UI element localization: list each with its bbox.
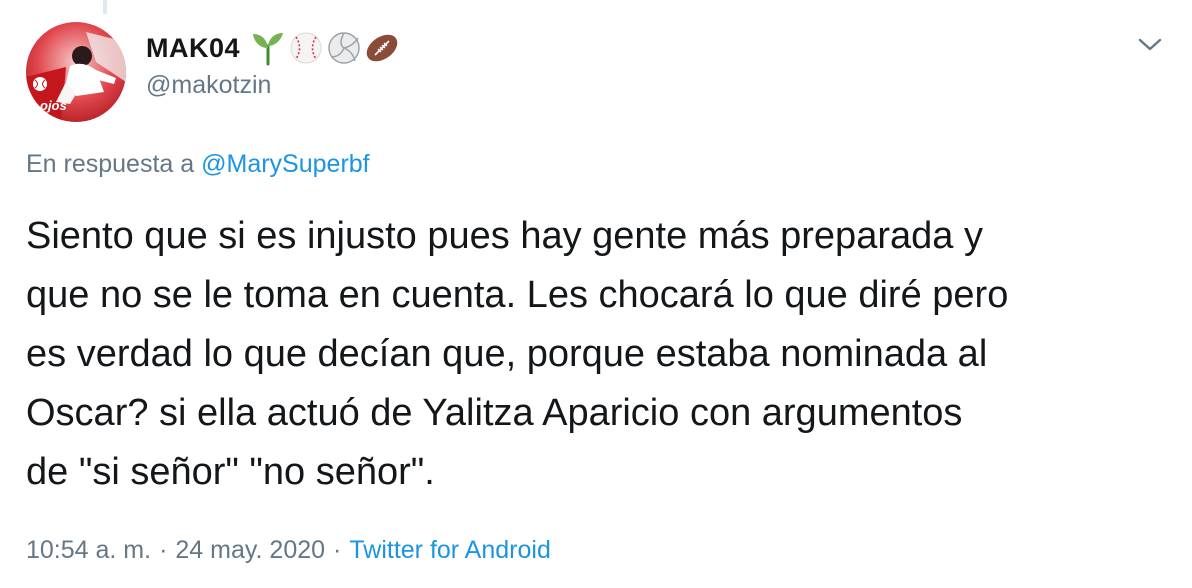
avatar[interactable]: ojos xyxy=(26,22,126,122)
reply-prefix: En respuesta a xyxy=(26,150,195,178)
tweet-text-line: Oscar? si ella actuó de Yalitza Aparicio… xyxy=(26,392,963,434)
tweet-text-line: Siento que si es injusto pues hay gente … xyxy=(26,215,983,257)
tweet-card: ojos MAK04 @makotzin En respuesta a @Mar… xyxy=(0,0,1192,588)
meta-separator: · xyxy=(333,536,342,564)
reply-context: En respuesta a @MarySuperbf xyxy=(26,150,370,179)
chevron-down-icon[interactable] xyxy=(1130,28,1170,62)
football-emoji-icon xyxy=(366,34,398,62)
tweet-metadata: 10:54 a. m. · 24 may. 2020 · Twitter for And… xyxy=(26,536,551,565)
display-name[interactable]: MAK04 xyxy=(146,33,240,64)
meta-separator: · xyxy=(159,536,168,564)
reply-mention-link[interactable]: @MarySuperbf xyxy=(201,150,370,178)
tweet-time[interactable]: 10:54 a. m. xyxy=(26,536,151,564)
seedling-emoji-icon xyxy=(253,33,284,66)
baseball-emoji-icon xyxy=(290,32,322,64)
user-handle[interactable]: @makotzin xyxy=(146,71,271,100)
svg-text:ojos: ojos xyxy=(40,98,67,113)
tweet-source-link[interactable]: Twitter for Android xyxy=(349,536,550,564)
tweet-date[interactable]: 24 may. 2020 xyxy=(175,536,325,564)
volleyball-emoji-icon xyxy=(328,32,360,64)
thread-connector-line xyxy=(103,0,107,14)
tweet-text: Siento que si es injusto pues hay gente … xyxy=(26,207,1166,502)
name-emojis xyxy=(250,30,400,66)
tweet-text-line: que no se le toma en cuenta. Les chocará… xyxy=(26,274,1009,316)
name-row: MAK04 xyxy=(146,30,400,66)
tweet-text-line: de "si señor" "no señor". xyxy=(26,451,435,493)
tweet-text-line: es verdad lo que decían que, porque esta… xyxy=(26,333,988,375)
avatar-logo-text: ojos xyxy=(40,98,67,113)
